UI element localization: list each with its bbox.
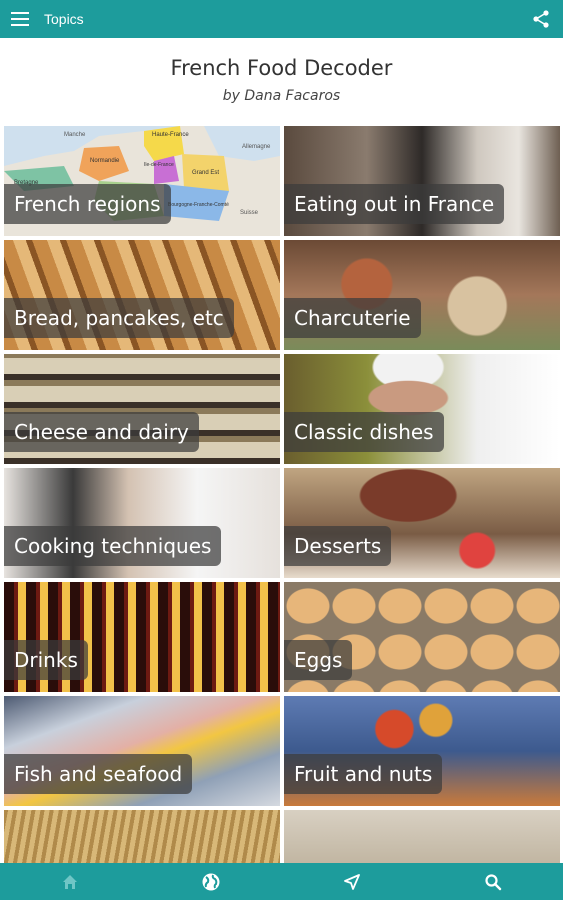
- topic-tile-desserts[interactable]: Desserts: [284, 468, 560, 578]
- globe-icon: [202, 873, 220, 890]
- topic-tile-grain[interactable]: [4, 810, 280, 863]
- author-line: by Dana Facaros: [222, 88, 341, 104]
- app-header: French Food Decoder by Dana Facaros: [0, 38, 563, 124]
- topic-label: French regions: [4, 184, 171, 224]
- app-bar-title: Topics: [44, 11, 84, 27]
- topic-tile-drinks[interactable]: Drinks: [4, 582, 280, 692]
- nav-home-button[interactable]: [35, 863, 105, 900]
- topic-label: Fish and seafood: [4, 754, 193, 794]
- bottom-navigation: [0, 863, 563, 900]
- topic-tile-cooking-techniques[interactable]: Cooking techniques: [4, 468, 280, 578]
- topic-tile-bread[interactable]: Bread, pancakes, etc: [4, 240, 280, 350]
- nav-search-button[interactable]: [458, 863, 528, 900]
- app-bar: Topics: [0, 0, 563, 38]
- topic-label: Cooking techniques: [4, 526, 222, 566]
- map-label-allemagne: Allemagne: [242, 144, 271, 150]
- nav-globe-button[interactable]: [176, 863, 246, 900]
- topic-tile-fruit[interactable]: Fruit and nuts: [284, 696, 560, 806]
- app-title: French Food Decoder: [170, 56, 393, 80]
- topics-grid: Haute-France Normandie Ile-de-France Gra…: [4, 126, 560, 863]
- topic-tile-eggs[interactable]: Eggs: [284, 582, 560, 692]
- map-label-haute-france: Haute-France: [152, 132, 189, 138]
- map-label-normandie: Normandie: [90, 158, 120, 164]
- topic-label: Eggs: [284, 640, 353, 680]
- search-icon: [485, 873, 501, 890]
- topic-label: Fruit and nuts: [284, 754, 443, 794]
- topic-tile-classic-dishes[interactable]: Classic dishes: [284, 354, 560, 464]
- map-label-bourgogne: Bourgogne-Franche-Comté: [168, 202, 229, 208]
- hamburger-icon: [11, 12, 29, 26]
- topic-label: Classic dishes: [284, 412, 444, 452]
- navigation-icon: [343, 873, 360, 890]
- topic-tile-eating-out[interactable]: Eating out in France: [284, 126, 560, 236]
- topic-tile-charcuterie[interactable]: Charcuterie: [284, 240, 560, 350]
- topic-label: Drinks: [4, 640, 88, 680]
- share-icon: [533, 10, 549, 28]
- map-label-manche: Manche: [64, 132, 86, 138]
- topic-tile-market[interactable]: [284, 810, 560, 863]
- map-label-grand-est: Grand Est: [192, 170, 219, 176]
- topic-label: Eating out in France: [284, 184, 505, 224]
- topic-tile-french-regions[interactable]: Haute-France Normandie Ile-de-France Gra…: [4, 126, 280, 236]
- menu-button[interactable]: [0, 0, 40, 38]
- wheat-field-photo: [4, 810, 280, 863]
- home-icon: [63, 874, 78, 889]
- topic-label: Bread, pancakes, etc: [4, 298, 234, 338]
- topic-label: Desserts: [284, 526, 392, 566]
- topic-tile-cheese[interactable]: Cheese and dairy: [4, 354, 280, 464]
- topic-tile-fish[interactable]: Fish and seafood: [4, 696, 280, 806]
- map-label-ile-de-france: Ile-de-France: [144, 162, 174, 168]
- market-photo: [284, 810, 560, 863]
- share-button[interactable]: [519, 0, 563, 38]
- topic-label: Cheese and dairy: [4, 412, 199, 452]
- topic-label: Charcuterie: [284, 298, 421, 338]
- map-label-suisse: Suisse: [240, 210, 259, 216]
- nav-directions-button[interactable]: [317, 863, 387, 900]
